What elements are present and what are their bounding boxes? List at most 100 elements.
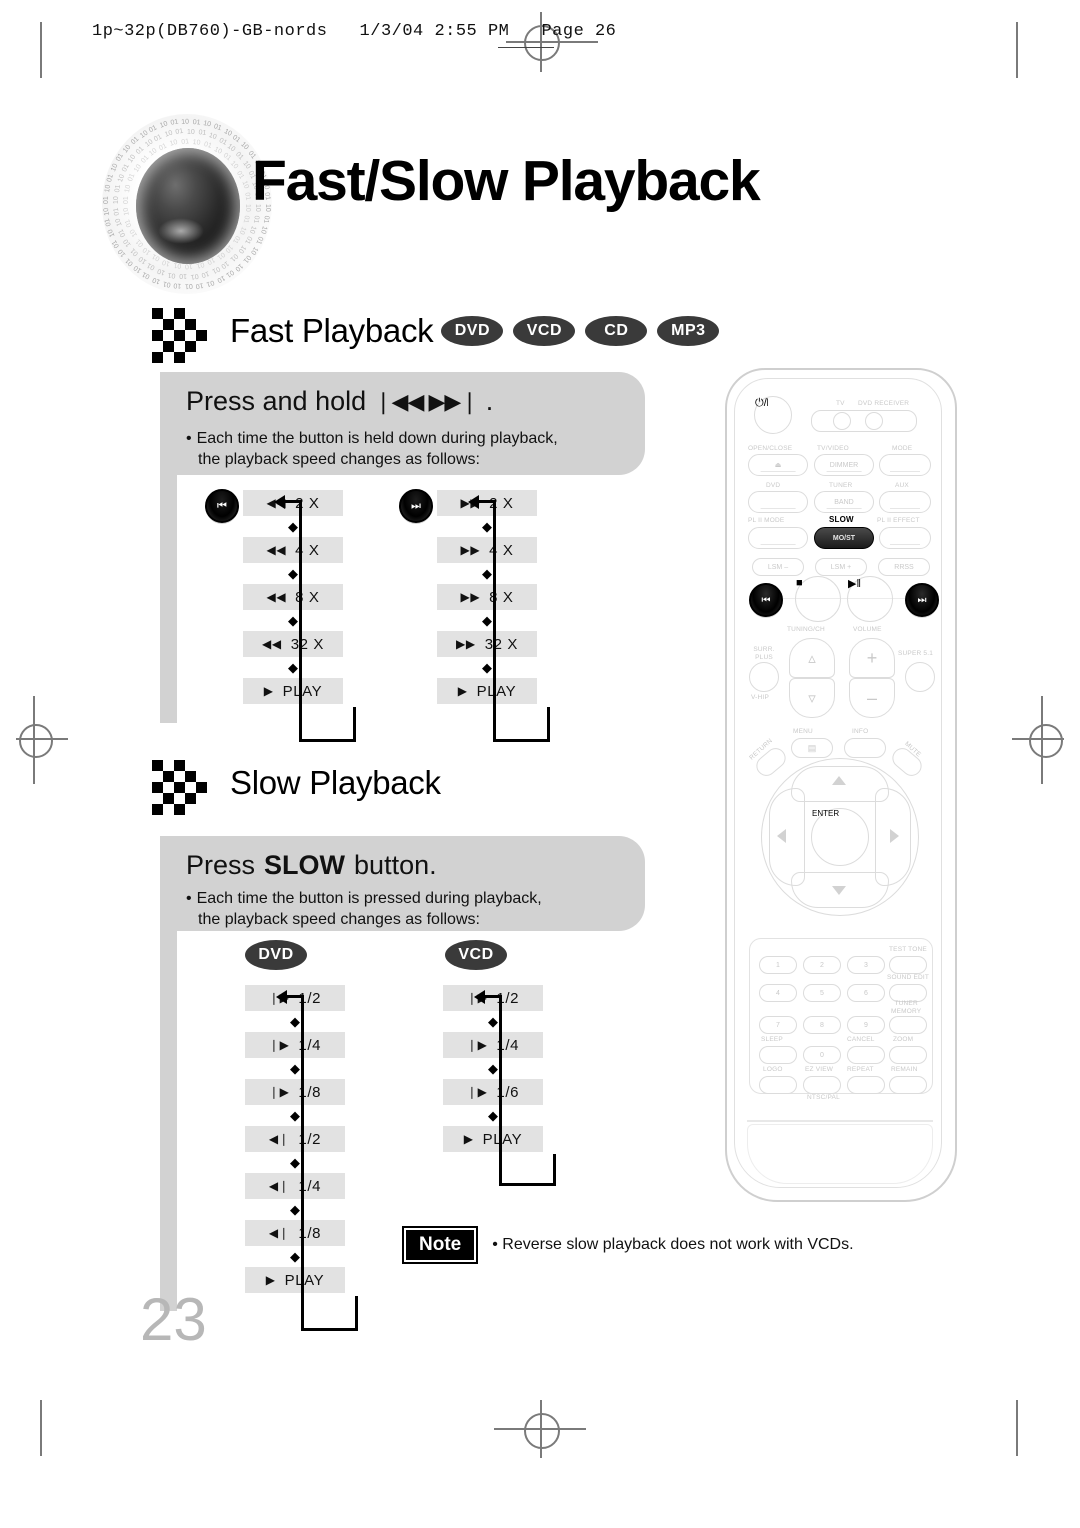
tuner-band-button[interactable]: BAND — [814, 491, 874, 513]
flow-arrow-diamond: ◆ — [290, 1061, 300, 1076]
pl2-effect-button[interactable] — [879, 527, 931, 549]
label-sound-edit: SOUND EDIT — [887, 974, 930, 981]
rrss-button[interactable]: RRSS — [878, 558, 930, 576]
test-tone-button[interactable] — [889, 956, 927, 974]
play-pause-button[interactable]: ▶‖ — [847, 576, 893, 622]
flow-arrow-diamond: ◆ — [290, 1108, 300, 1123]
enter-button[interactable]: ENTER — [811, 808, 869, 866]
callout-body-line1-fast: Each time the button is held down during… — [196, 430, 558, 447]
callout-title-suffix-fast: . — [485, 386, 494, 416]
menu-button[interactable]: ▤ — [791, 738, 833, 758]
key-3[interactable]: 3 — [847, 956, 885, 974]
tv-selector-dot[interactable] — [833, 412, 851, 430]
remain-button[interactable] — [889, 1076, 927, 1094]
lsm-minus-button[interactable]: LSM – — [752, 558, 804, 576]
play-pause-icon: ▶‖ — [848, 578, 862, 590]
dvd-selector-dot[interactable] — [865, 412, 883, 430]
label-repeat: REPEAT — [847, 1066, 874, 1073]
tuner-memory-button[interactable] — [889, 1016, 927, 1034]
tv-video-dimmer-button[interactable]: DIMMER — [814, 454, 874, 476]
key-0-label: 0 — [820, 1051, 824, 1059]
key-0[interactable]: 0 — [803, 1046, 841, 1064]
fast-forward-icon: ▶▶ — [456, 637, 476, 651]
tuning-up-button[interactable]: ▵ — [789, 638, 835, 678]
open-close-button[interactable]: ⏏ — [748, 454, 808, 476]
flow-step: ▶ PLAY — [437, 678, 537, 704]
surr-plus-button[interactable] — [749, 662, 779, 692]
label-open-close: OPEN/CLOSE — [748, 445, 793, 452]
flow-step: ◀❘ 1/8 — [245, 1220, 345, 1246]
volume-up-button[interactable]: + — [849, 638, 895, 678]
key-6[interactable]: 6 — [847, 984, 885, 1002]
logo-button[interactable] — [759, 1076, 797, 1094]
rewind-icon: ◀◀ — [266, 543, 287, 557]
note-block: Note • Reverse slow playback does not wo… — [401, 1226, 854, 1264]
label-menu: MENU — [793, 728, 813, 735]
remote-skip-forward-button[interactable]: ⏭ — [905, 583, 939, 617]
key-2[interactable]: 2 — [803, 956, 841, 974]
tv-dvd-selector[interactable] — [811, 410, 917, 432]
volume-down-button[interactable]: – — [849, 678, 895, 718]
ez-view-button[interactable] — [803, 1076, 841, 1094]
key-8[interactable]: 8 — [803, 1016, 841, 1034]
flow-step-label: PLAY — [482, 1130, 523, 1148]
flow-fast-reverse: ◀◀ 2 X ◆ ◀◀ 4 X ◆ ◀◀ 8 X ◆ ◀◀ 32 X ◆ ▶ PLAY — [243, 490, 343, 704]
flow-arrow-diamond: ◆ — [482, 613, 492, 628]
badge-dvd: DVD — [441, 316, 504, 346]
cancel-button[interactable] — [847, 1046, 885, 1064]
flow-arrow-diamond: ◆ — [288, 660, 298, 675]
page-title-block: 10 01 10 01 10 01 10 01 10 01 10 01 10 01 10 01 10 01 10 01… — [84, 96, 804, 294]
play-icon: ▶ — [463, 1132, 474, 1146]
skip-glyphs-icon: ❘◀◀ ▶▶❘ — [374, 388, 479, 414]
play-icon: ▶ — [265, 1273, 276, 1287]
repeat-button[interactable] — [847, 1076, 885, 1094]
key-8-label: 8 — [820, 1021, 824, 1029]
key-9[interactable]: 9 — [847, 1016, 885, 1034]
flow-step: ❘▶ 1/2 — [443, 985, 543, 1011]
sleep-button[interactable] — [759, 1046, 797, 1064]
flow-step: ◀❘ 1/2 — [245, 1126, 345, 1152]
lsm-plus-button[interactable]: LSM + — [815, 558, 867, 576]
key-4[interactable]: 4 — [759, 984, 797, 1002]
slow-forward-icon: ❘▶ — [268, 1085, 290, 1099]
dpad-right-icon — [890, 829, 899, 843]
mode-button[interactable] — [879, 454, 931, 476]
remote-bottom-panel — [747, 1124, 933, 1184]
label-lsm-plus: LSM + — [830, 563, 852, 571]
key-1[interactable]: 1 — [759, 956, 797, 974]
slow-button[interactable]: MO/ST — [814, 527, 874, 549]
key-7[interactable]: 7 — [759, 1016, 797, 1034]
tuning-down-button[interactable]: ▿ — [789, 678, 835, 718]
aux-button[interactable] — [879, 491, 931, 513]
zoom-button[interactable] — [889, 1046, 927, 1064]
note-text-wrap: • Reverse slow playback does not work wi… — [492, 1236, 853, 1254]
info-button[interactable] — [844, 738, 886, 758]
key-4-label: 4 — [776, 989, 780, 997]
label-most: MO/ST — [832, 534, 856, 542]
stop-button[interactable]: ■ — [795, 576, 841, 622]
sidebar-stem-fast — [160, 475, 177, 723]
dvd-button[interactable] — [748, 491, 808, 513]
flow-step-label: 32 X — [290, 635, 324, 653]
super51-button[interactable] — [905, 662, 935, 692]
power-button[interactable]: ⏻/❘ — [754, 396, 792, 434]
flow-arrow-diamond: ◆ — [488, 1014, 498, 1029]
flow-arrow-diamond: ◆ — [482, 566, 492, 581]
skip-back-button-icon[interactable]: ⏮ — [205, 489, 239, 523]
pl2-mode-button[interactable] — [748, 527, 808, 549]
flow-arrow-diamond: ◆ — [488, 1061, 498, 1076]
menu-icon: ▤ — [807, 742, 817, 753]
dpad-left-button[interactable] — [769, 788, 805, 886]
flow-arrow-diamond: ◆ — [482, 660, 492, 675]
skip-forward-button-icon[interactable]: ⏭ — [399, 489, 433, 523]
key-5[interactable]: 5 — [803, 984, 841, 1002]
callout-body-line1-slow: Each time the button is pressed during p… — [196, 890, 542, 907]
badge-vcd: VCD — [513, 316, 576, 346]
key-6-label: 6 — [864, 989, 868, 997]
checkered-flag-icon — [152, 760, 216, 815]
remote-skip-back-button[interactable]: ⏮ — [749, 583, 783, 617]
label-enter: ENTER — [812, 809, 840, 818]
flow-slow-dvd: ❘▶ 1/2 ◆ ❘▶ 1/4 ◆ ❘▶ 1/8 ◆ ◀❘ 1/2 ◆ ◀❘ 1/4 ◆ … — [245, 985, 345, 1293]
minus-icon: – — [866, 687, 877, 708]
callout-slow: Press SLOW button. • Each time the butto… — [160, 836, 645, 931]
